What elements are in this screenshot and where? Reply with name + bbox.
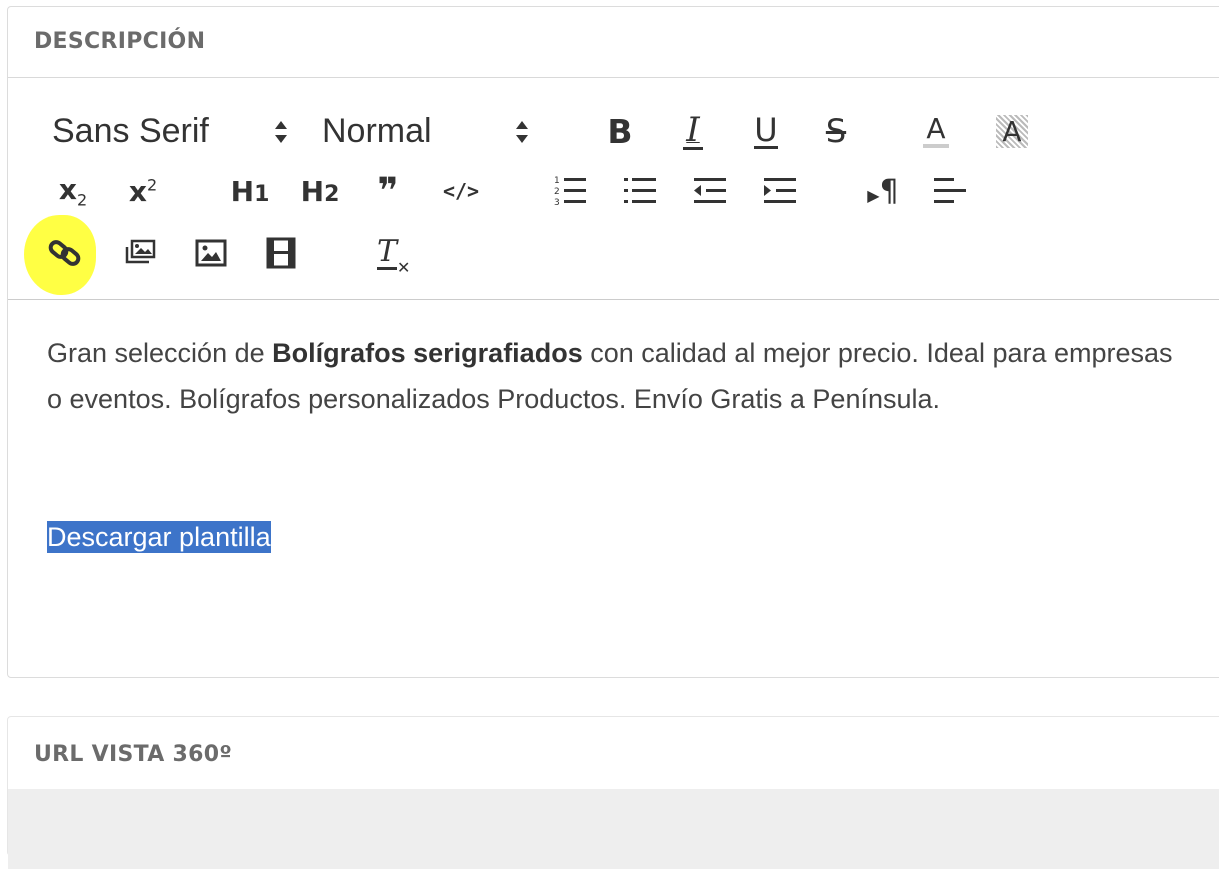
header1-number: 1 [254,181,270,207]
subscript-icon: x2 [59,173,87,210]
url-360-panel: URL VISTA 360º [7,716,1219,869]
svg-text:1: 1 [554,176,560,186]
bullet-list-button[interactable] [618,168,662,214]
pilcrow-label: ¶ [879,173,899,209]
picker-arrows-icon [275,121,287,143]
superscript-button[interactable]: x2 [118,168,168,214]
strike-icon: S [825,112,847,150]
align-button[interactable] [928,168,972,214]
bold-text: Bolígrafos serigrafiados [272,338,583,368]
video-button[interactable] [258,230,304,276]
picker-arrows-icon [516,121,528,143]
align-left-icon [934,178,966,203]
gallery-icon [125,239,156,264]
italic-icon: I [683,113,703,150]
background-color-button[interactable]: A [990,108,1034,154]
bold-icon: B [607,111,633,151]
paragraph-text-start: Gran selección de [47,338,273,368]
editor-content[interactable]: Gran selección de Bolígrafos serigrafiad… [8,300,1219,677]
size-picker-label: Normal [322,111,432,150]
superscript-number: 2 [146,175,158,195]
editor-paragraph: Descargar plantilla [47,514,1187,560]
header1-button[interactable]: H1 [226,168,274,214]
direction-rtl-button[interactable]: ▶¶ [858,168,908,214]
code-block-button[interactable]: </> [438,168,484,214]
subscript-label: x [58,172,77,206]
video-icon [266,237,296,269]
header2-letter: H [300,174,325,208]
description-title: DESCRIPCIÓN [34,29,206,54]
url-360-input[interactable] [8,789,1219,869]
link-button[interactable] [42,230,88,276]
svg-text:3: 3 [554,198,560,208]
paragraph-direction-icon: ▶¶ [867,173,899,209]
strike-button[interactable]: S [816,108,856,154]
header2-icon: H2 [301,175,340,208]
svg-text:2: 2 [554,187,560,197]
ordered-list-button[interactable]: 1 2 3 [548,168,592,214]
indent-button[interactable] [758,168,802,214]
outdent-icon [694,178,726,203]
italic-button[interactable]: I [673,108,713,154]
underline-button[interactable]: U [746,108,786,154]
image-button[interactable] [188,230,234,276]
link-icon [48,240,81,266]
blockquote-icon: ❞ [377,170,399,212]
gallery-button[interactable] [118,230,164,276]
header1-letter: H [230,174,255,208]
indent-icon [764,178,796,203]
subscript-number: 2 [76,190,88,210]
image-icon [195,239,227,267]
underline-icon: U [754,110,778,149]
header1-icon: H1 [231,175,270,208]
text-color-icon: A [923,114,949,148]
editor-toolbar: Sans Serif Normal B I U S A A x2 x2 H1 H… [8,78,1219,300]
url-360-title: URL VISTA 360º [34,742,233,767]
size-picker[interactable]: Normal [318,108,548,154]
superscript-icon: x2 [129,175,157,208]
background-color-icon: A [996,114,1028,148]
url-360-heading: URL VISTA 360º [8,717,1219,789]
editor-paragraph: Gran selección de Bolígrafos serigrafiad… [47,330,1187,422]
text-color-button[interactable]: A [916,108,956,154]
description-panel: DESCRIPCIÓN Sans Serif Normal B I U S A … [7,6,1219,678]
code-icon: </> [442,179,480,203]
outdent-button[interactable] [688,168,732,214]
font-picker[interactable]: Sans Serif [46,108,296,154]
subscript-button[interactable]: x2 [48,168,98,214]
description-heading: DESCRIPCIÓN [8,7,1219,78]
header2-button[interactable]: H2 [296,168,344,214]
blockquote-button[interactable]: ❞ [368,168,408,214]
clean-format-icon: T ✕ [376,233,411,277]
clean-format-letter: T [376,233,397,269]
bullet-list-icon [624,178,656,203]
ordered-list-icon: 1 2 3 [554,176,586,208]
bold-button[interactable]: B [600,108,640,154]
font-picker-label: Sans Serif [52,111,209,150]
selected-text: Descargar plantilla [47,521,271,553]
clean-format-button[interactable]: T ✕ [364,230,411,277]
superscript-label: x [128,174,147,208]
header2-number: 2 [324,181,340,207]
